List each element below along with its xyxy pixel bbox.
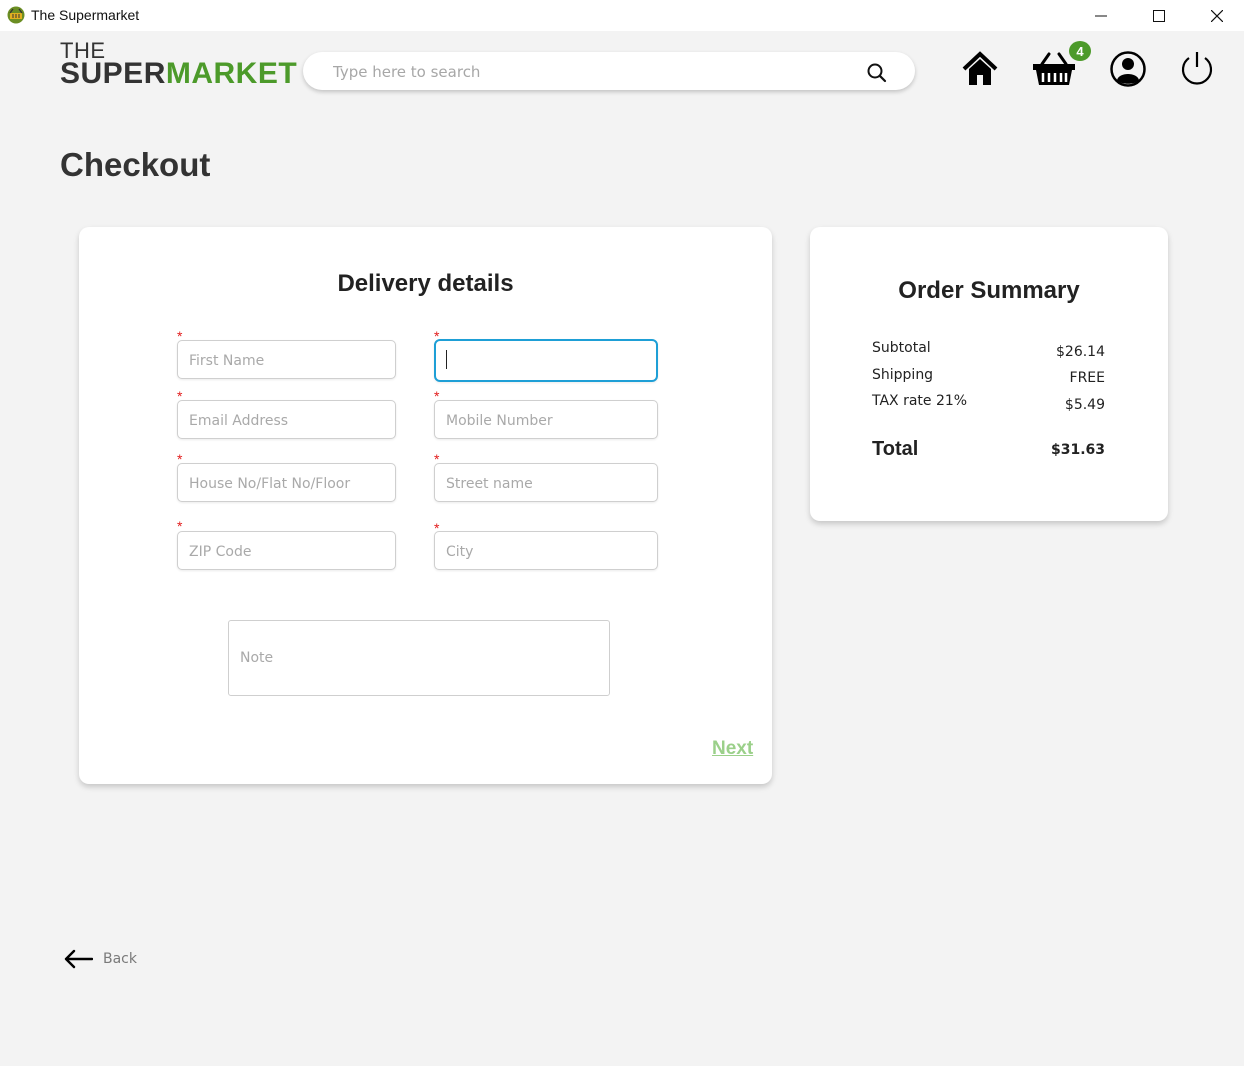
mobile-input[interactable]: [444, 410, 643, 432]
close-button[interactable]: [1194, 0, 1240, 31]
street-field[interactable]: [434, 463, 658, 502]
first-name-field[interactable]: [177, 340, 396, 379]
email-input[interactable]: [187, 410, 386, 432]
search-bar[interactable]: [303, 52, 915, 90]
subtotal-label: Subtotal: [872, 340, 931, 356]
back-label: Back: [103, 951, 137, 967]
total-value: $31.63: [1050, 442, 1105, 458]
cart-count-badge: 4: [1069, 41, 1091, 61]
logo[interactable]: THE SUPERMARKET: [60, 40, 297, 89]
next-button[interactable]: Next: [712, 738, 753, 760]
minimize-icon: [1095, 15, 1107, 16]
summary-heading: Order Summary: [898, 277, 1080, 304]
power-icon[interactable]: [1178, 50, 1216, 88]
search-icon[interactable]: [866, 62, 888, 84]
last-name-input[interactable]: [450, 351, 649, 373]
subtotal-value: $26.14: [1056, 344, 1105, 360]
logo-wordmark: SUPERMARKET: [60, 59, 297, 89]
house-input[interactable]: [187, 473, 386, 495]
back-button[interactable]: Back: [63, 948, 137, 970]
close-icon: [1211, 9, 1223, 22]
delivery-details-card: Delivery details * * * * * * * * Next: [79, 227, 772, 784]
shipping-value: FREE: [1069, 370, 1105, 386]
street-input[interactable]: [444, 473, 643, 495]
shipping-label: Shipping: [872, 367, 934, 383]
note-field[interactable]: [228, 620, 610, 696]
arrow-left-icon: [64, 949, 93, 969]
maximize-icon: [1153, 9, 1165, 22]
maximize-button[interactable]: [1136, 0, 1182, 31]
last-name-field[interactable]: [434, 339, 658, 382]
order-summary-card: Order Summary Subtotal $26.14 Shipping F…: [810, 227, 1168, 521]
tax-value: $5.49: [1064, 397, 1105, 413]
mobile-field[interactable]: [434, 400, 658, 439]
email-field[interactable]: [177, 400, 396, 439]
window-title: The Supermarket: [31, 7, 140, 23]
house-field[interactable]: [177, 463, 396, 502]
minimize-button[interactable]: [1078, 0, 1124, 31]
total-label: Total: [872, 438, 919, 460]
zip-input[interactable]: [187, 541, 386, 563]
first-name-input[interactable]: [187, 350, 386, 372]
home-icon[interactable]: [961, 50, 999, 88]
logo-market: MARKET: [165, 57, 298, 90]
search-input[interactable]: [331, 60, 855, 84]
zip-field[interactable]: [177, 531, 396, 570]
delivery-heading: Delivery details: [337, 270, 514, 297]
page-title: Checkout: [60, 146, 211, 183]
note-input[interactable]: [238, 649, 582, 667]
city-input[interactable]: [444, 541, 643, 563]
logo-super: SUPER: [60, 57, 166, 90]
user-icon[interactable]: [1109, 50, 1147, 88]
tax-label: TAX rate 21%: [872, 393, 968, 409]
text-caret: [446, 350, 447, 369]
city-field[interactable]: [434, 531, 658, 570]
title-bar: The Supermarket: [0, 0, 1244, 31]
app-basket-icon: [7, 6, 25, 24]
